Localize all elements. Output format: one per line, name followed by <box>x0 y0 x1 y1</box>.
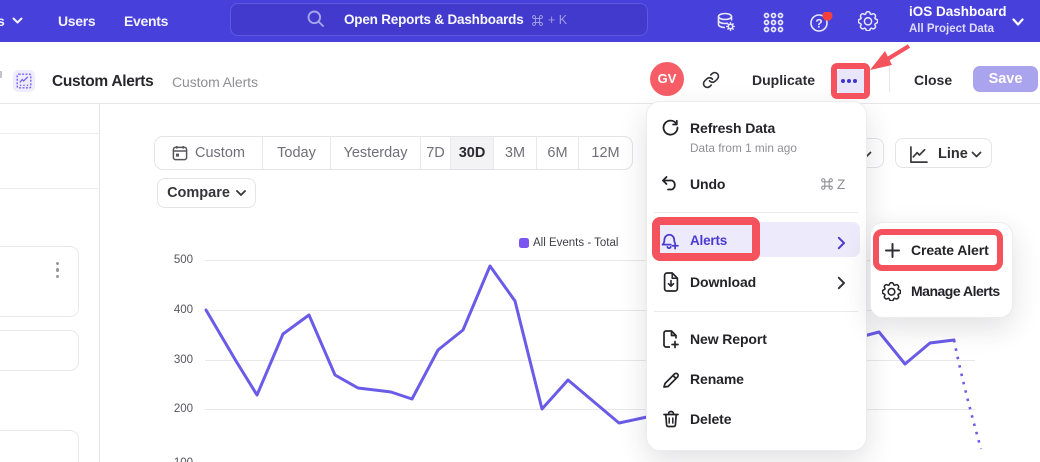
svg-text:?: ? <box>815 17 822 31</box>
